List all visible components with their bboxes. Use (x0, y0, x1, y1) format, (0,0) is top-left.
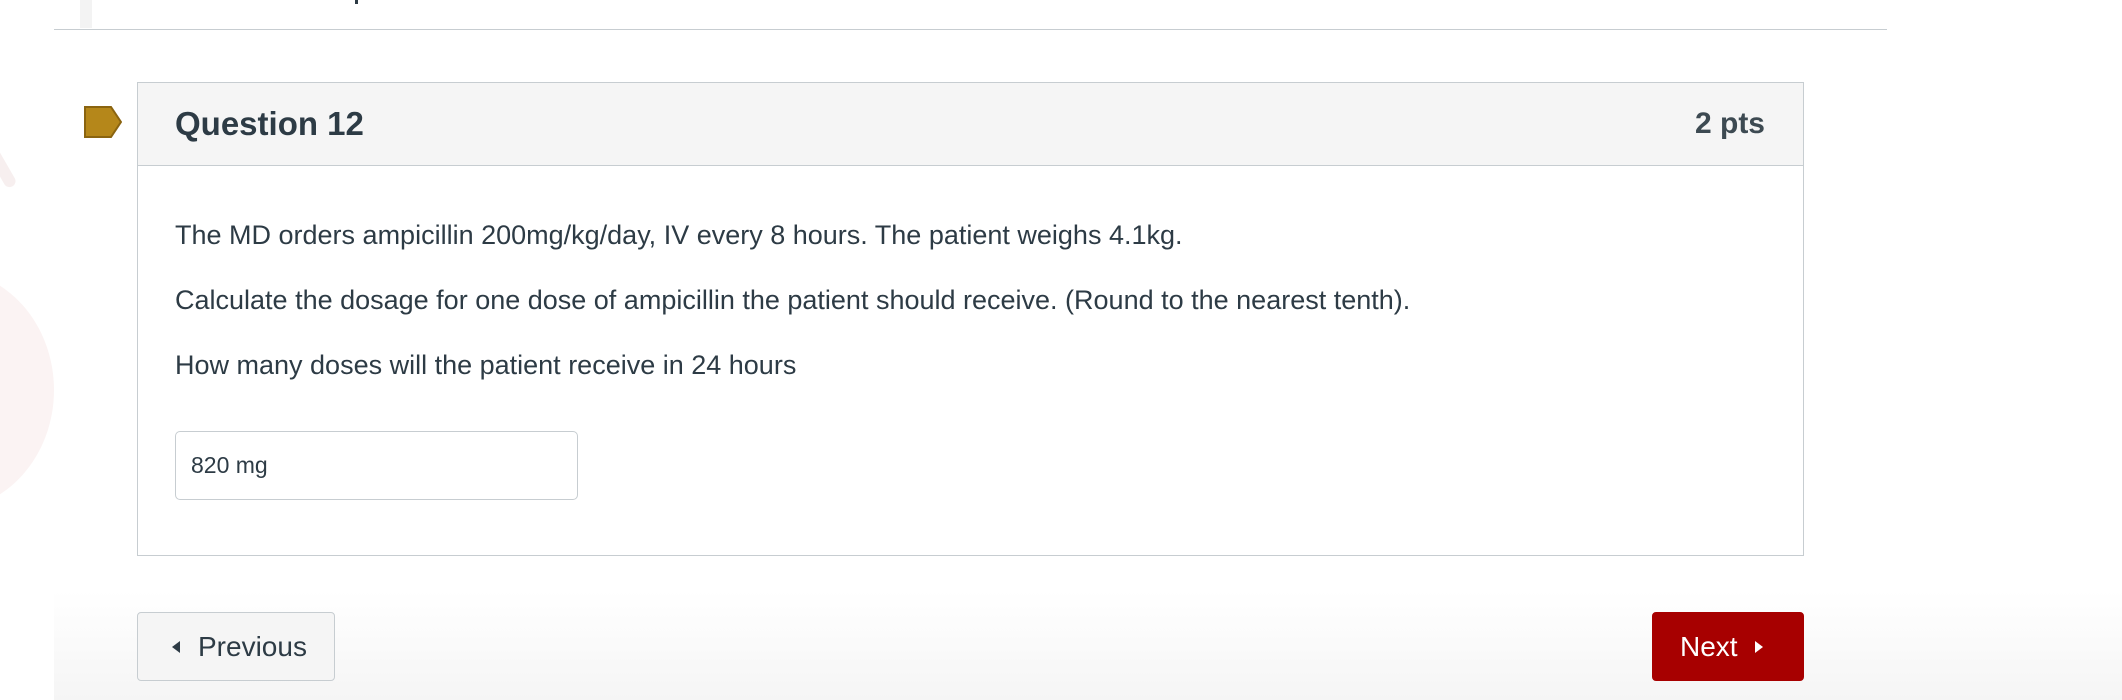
question-paragraph: Calculate the dosage for one dose of amp… (175, 285, 1411, 315)
question-header: Question 12 2 pts (138, 83, 1803, 166)
background-watermark (0, 270, 54, 510)
caret-left-icon (172, 640, 180, 653)
question-paragraph: The MD orders ampicillin 200mg/kg/day, I… (175, 220, 1183, 250)
previous-question-fragment (355, 0, 358, 4)
question-points: 2 pts (1694, 107, 1765, 140)
caret-right-icon (1754, 640, 1763, 653)
next-button-label: Next (1680, 630, 1738, 662)
divider (54, 29, 1887, 30)
background-watermark-stroke (0, 122, 18, 190)
quiz-page: Question 12 2 pts The MD orders ampicill… (0, 0, 2122, 700)
previous-button-label: Previous (198, 630, 307, 662)
next-button[interactable]: Next (1652, 612, 1804, 681)
question-text: The MD orders ampicillin 200mg/kg/day, I… (175, 218, 1766, 382)
previous-button[interactable]: Previous (137, 612, 335, 681)
flag-icon[interactable] (84, 106, 122, 138)
question-body: The MD orders ampicillin 200mg/kg/day, I… (138, 166, 1803, 500)
background-watermark-bar (80, 0, 92, 28)
question-title: Question 12 (175, 105, 364, 142)
question-card: Question 12 2 pts The MD orders ampicill… (137, 82, 1804, 556)
question-paragraph: How many doses will the patient receive … (175, 350, 797, 380)
footer-shade (54, 590, 2122, 700)
answer-input[interactable] (175, 431, 578, 500)
